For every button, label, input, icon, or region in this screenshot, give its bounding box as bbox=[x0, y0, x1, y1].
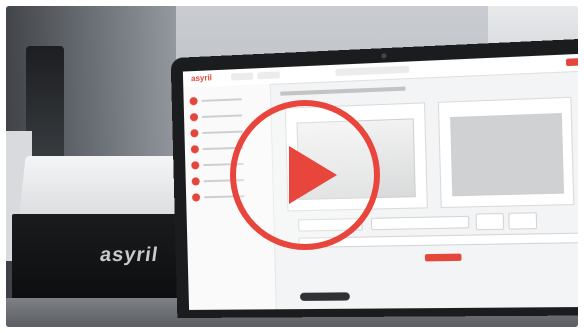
play-button[interactable] bbox=[230, 100, 380, 250]
feeder-logo: asyril bbox=[98, 244, 160, 266]
control-button bbox=[475, 212, 505, 231]
step-label-placeholder bbox=[201, 114, 243, 118]
page-title-placeholder bbox=[280, 86, 406, 96]
step-dot-icon bbox=[191, 161, 200, 170]
app-topbar: asyril bbox=[182, 52, 578, 89]
step-dot-icon bbox=[190, 129, 199, 138]
step-dot-icon bbox=[190, 145, 199, 154]
control-button bbox=[508, 212, 538, 230]
app-logo: asyril bbox=[190, 73, 213, 84]
step-dot-icon bbox=[189, 113, 199, 122]
step-label-placeholder bbox=[201, 98, 242, 102]
step-dot-icon bbox=[191, 177, 200, 186]
webcam-icon bbox=[381, 53, 387, 59]
image-panel-right bbox=[437, 96, 575, 209]
video-thumbnail[interactable]: asyril asyril bbox=[6, 6, 578, 327]
control-field bbox=[370, 215, 470, 231]
result-image bbox=[450, 113, 565, 197]
step-label-placeholder bbox=[202, 130, 243, 134]
play-icon[interactable] bbox=[289, 146, 337, 204]
topbar-action-button bbox=[565, 57, 578, 67]
screen-primary-button bbox=[424, 253, 462, 262]
topbar-chip bbox=[230, 72, 254, 81]
sidebar-step bbox=[189, 94, 265, 106]
screen-bottom-button bbox=[299, 292, 350, 301]
step-dot-icon bbox=[192, 193, 201, 202]
topbar-chip bbox=[257, 71, 280, 80]
topbar-breadcrumb bbox=[335, 65, 410, 77]
step-dot-icon bbox=[189, 97, 198, 106]
